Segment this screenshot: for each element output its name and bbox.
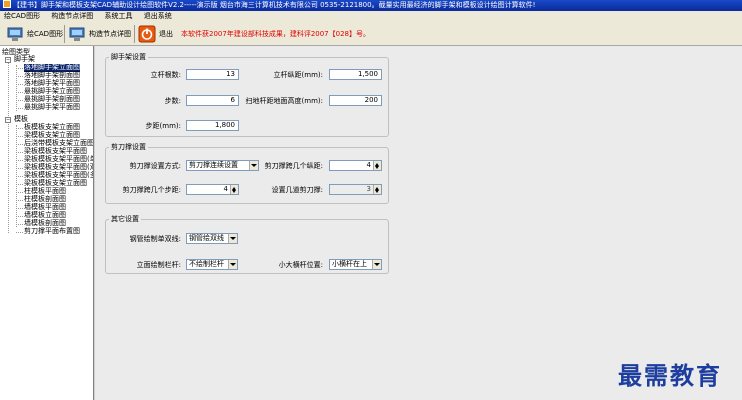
tree-line bbox=[16, 128, 23, 129]
toolbar-separator bbox=[64, 25, 65, 43]
sweep-height-label: 扫地杆距地面高度(mm): bbox=[245, 97, 323, 105]
drawing-type-tree[interactable]: 绘图类型 − 脚手架 落地脚手架立面图 落地脚手架剖面图 落地脚手架平面图 悬挑… bbox=[0, 46, 94, 400]
brace-mode-select[interactable]: 剪刀撑连续设置 bbox=[186, 160, 259, 171]
brace-settings-title: 剪刀撑设置 bbox=[109, 143, 148, 151]
tree-line bbox=[16, 192, 23, 193]
tree-line bbox=[16, 68, 23, 69]
pipe-style-label: 钢管绘制单双线: bbox=[129, 235, 181, 243]
steps-input[interactable]: 6 bbox=[186, 95, 239, 106]
award-notice: 本软件获2007年建设部科技成果，建科评2007【028】号。 bbox=[181, 30, 370, 38]
draw-cad-button[interactable]: 绘CAD图形 bbox=[6, 24, 63, 44]
chevron-down-icon bbox=[228, 234, 237, 243]
tree-line bbox=[16, 208, 23, 209]
power-icon bbox=[138, 25, 156, 43]
step-distance-input[interactable]: 1,800 bbox=[186, 120, 239, 131]
rail-select[interactable]: 不绘制栏杆 bbox=[186, 259, 238, 270]
pole-spacing-input[interactable]: 1,500 bbox=[329, 69, 382, 80]
computer-icon bbox=[69, 27, 85, 41]
brace-settings-group bbox=[105, 147, 389, 204]
menu-item-node-detail[interactable]: 构造节点详图 bbox=[51, 12, 93, 20]
step-distance-label: 步距(mm): bbox=[145, 122, 181, 130]
expand-collapse-icon[interactable]: − bbox=[5, 117, 11, 123]
menu-bar: 绘CAD图形 构造节点详图 系统工具 退出系统 bbox=[0, 11, 742, 22]
other-settings-title: 其它设置 bbox=[109, 215, 141, 223]
tree-line bbox=[16, 84, 23, 85]
steps-label: 步数: bbox=[164, 97, 181, 105]
small-rail-label: 小大横杆位置: bbox=[278, 261, 323, 269]
tree-line bbox=[16, 76, 23, 77]
tree-line bbox=[16, 108, 23, 109]
computer-icon bbox=[7, 27, 23, 41]
tree-line bbox=[16, 200, 23, 201]
tree-leaf-cantilever-plan[interactable]: 悬挑脚手架平面图 bbox=[24, 104, 80, 112]
window-titlebar: 【建书】脚手架和模板支架CAD辅助设计绘图软件V2.2-----演示版 烟台市海… bbox=[0, 0, 742, 11]
pole-count-input[interactable]: 13 bbox=[186, 69, 239, 80]
tree-line bbox=[8, 120, 9, 233]
tree-line bbox=[16, 232, 23, 233]
node-detail-button[interactable]: 构造节点详图 bbox=[68, 24, 131, 44]
window-title: 【建书】脚手架和模板支架CAD辅助设计绘图软件V2.2-----演示版 烟台市海… bbox=[13, 1, 536, 9]
menu-item-draw-cad[interactable]: 绘CAD图形 bbox=[4, 12, 40, 20]
toolbar: 绘CAD图形 构造节点详图 退出 本软件获2007年建设部科技成果，建科评200… bbox=[0, 22, 742, 46]
step-count-stepper[interactable]: 4 bbox=[186, 184, 239, 195]
tree-line bbox=[16, 184, 23, 185]
tree-line bbox=[16, 65, 17, 111]
brace-total-label: 设置几道剪刀撑: bbox=[271, 186, 323, 194]
app-icon bbox=[3, 0, 11, 8]
pole-spacing-label: 立杆纵距(mm): bbox=[273, 71, 323, 79]
tree-line bbox=[16, 216, 23, 217]
tree-line bbox=[16, 168, 23, 169]
expand-collapse-icon[interactable]: − bbox=[5, 57, 11, 63]
menu-item-exit-system[interactable]: 退出系统 bbox=[144, 12, 172, 20]
pole-count-label: 立杆根数: bbox=[150, 71, 181, 79]
chevron-down-icon bbox=[372, 260, 381, 269]
tree-line bbox=[16, 176, 23, 177]
brace-mode-label: 剪刀撑设置方式: bbox=[129, 162, 181, 170]
spin-arrows-icon bbox=[373, 185, 381, 194]
pipe-style-select[interactable]: 钢管绘双线 bbox=[186, 233, 238, 244]
tree-line bbox=[16, 100, 23, 101]
tree-line bbox=[16, 144, 23, 145]
step-count-label: 剪刀撑跨几个步距: bbox=[122, 186, 181, 194]
watermark-logo: 最需教育 bbox=[618, 361, 722, 390]
brace-total-stepper: 3 bbox=[329, 184, 382, 195]
chevron-down-icon bbox=[228, 260, 237, 269]
tree-line bbox=[16, 224, 23, 225]
exit-button[interactable]: 退出 bbox=[138, 24, 173, 44]
sweep-height-input[interactable]: 200 bbox=[329, 95, 382, 106]
toolbar-separator bbox=[134, 25, 135, 43]
small-rail-select[interactable]: 小横杆在上 bbox=[329, 259, 382, 270]
tree-line bbox=[8, 60, 9, 120]
tree-line bbox=[16, 92, 23, 93]
tree-line bbox=[16, 136, 23, 137]
rail-label: 立面绘制栏杆: bbox=[136, 261, 181, 269]
tree-line bbox=[16, 160, 23, 161]
tree-leaf-formwork[interactable]: 剪刀撑平面布置图 bbox=[24, 228, 80, 236]
span-count-label: 剪刀撑跨几个纵距: bbox=[264, 162, 323, 170]
chevron-down-icon bbox=[249, 161, 258, 170]
spin-arrows-icon[interactable] bbox=[230, 185, 238, 194]
span-count-stepper[interactable]: 4 bbox=[329, 160, 382, 171]
menu-item-system-tools[interactable]: 系统工具 bbox=[105, 12, 133, 20]
tree-line bbox=[16, 152, 23, 153]
spin-arrows-icon[interactable] bbox=[373, 161, 381, 170]
scaffold-settings-title: 脚手架设置 bbox=[109, 53, 148, 61]
settings-panel: 脚手架设置 立杆根数: 13 立杆纵距(mm): 1,500 步数: 6 扫地杆… bbox=[95, 46, 742, 400]
